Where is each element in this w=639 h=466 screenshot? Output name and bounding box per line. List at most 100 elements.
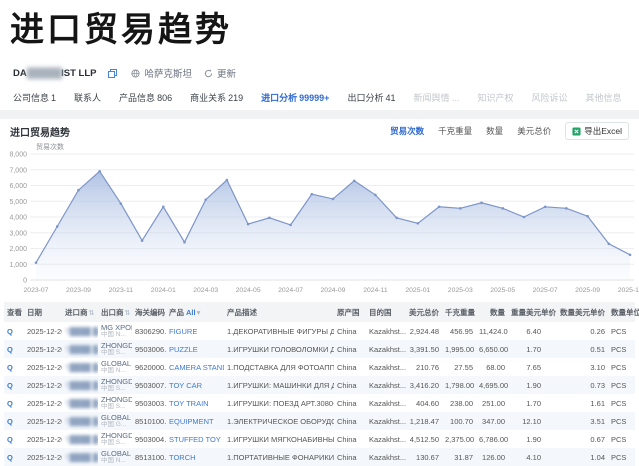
- export-excel-button[interactable]: 导出Excel: [565, 122, 629, 140]
- view-detail-icon[interactable]: Q: [7, 435, 13, 444]
- metric-toggle-3[interactable]: 数量: [486, 125, 503, 137]
- cell-kg-weight: 238.00: [442, 394, 476, 412]
- cell-importer[interactable]: T████ █A██: [65, 453, 98, 462]
- data-point[interactable]: [332, 198, 335, 201]
- cell-product-link[interactable]: FIGURE: [169, 327, 197, 336]
- y-tick-label: 7,000: [9, 167, 27, 174]
- cell-exporter[interactable]: ZHONGDA...中国 S...: [98, 340, 132, 358]
- cell-importer[interactable]: T████ █A██: [65, 345, 98, 354]
- cell-unit: PCS: [608, 412, 635, 430]
- data-point[interactable]: [501, 207, 504, 210]
- cell-importer[interactable]: T████ █A██: [65, 399, 98, 408]
- cell-date: 2025-12-20: [24, 412, 62, 430]
- cell-importer[interactable]: T████ █A██: [65, 417, 98, 426]
- col-header-12: 数量: [476, 302, 508, 322]
- data-point[interactable]: [141, 239, 144, 242]
- data-point[interactable]: [586, 215, 589, 218]
- cell-exporter[interactable]: MG XPORT...中国 N...: [98, 322, 132, 340]
- view-detail-icon[interactable]: Q: [7, 327, 13, 336]
- metric-toggle-4[interactable]: 美元总价: [517, 125, 551, 137]
- product-filter-value[interactable]: All: [186, 308, 196, 317]
- metric-toggle-row: 贸易次数 千克重量 数量 美元总价 导出Excel: [390, 122, 629, 140]
- cell-product-link[interactable]: TOY TRAIN: [169, 399, 209, 408]
- sort-icon[interactable]: ⇅: [125, 310, 131, 317]
- col-header-4[interactable]: 出口商⇅: [98, 302, 132, 322]
- view-detail-icon[interactable]: Q: [7, 381, 13, 390]
- cell-product-link[interactable]: TORCH: [169, 453, 196, 462]
- cell-description: 1.ПОДСТАВКА ДЛЯ ФОТОАППАРАТА: ТРЕНОГА, .…: [224, 358, 334, 376]
- cell-importer[interactable]: T████ █A██: [65, 381, 98, 390]
- copy-icon[interactable]: [108, 68, 118, 78]
- data-point[interactable]: [395, 216, 398, 219]
- metric-toggle-2[interactable]: 千克重量: [438, 125, 472, 137]
- company-name: DA██████IST LLP: [13, 68, 97, 79]
- view-detail-icon[interactable]: Q: [7, 417, 13, 426]
- cell-exporter[interactable]: GLOBAL TR...中国 N...: [98, 448, 132, 466]
- cell-product-link[interactable]: STUFFED TOY: [169, 435, 221, 444]
- data-point[interactable]: [523, 216, 526, 219]
- trend-chart[interactable]: 01,0002,0003,0004,0005,0006,0007,0008,00…: [0, 142, 639, 300]
- cell-description: 1.ПОРТАТИВНЫЕ ФОНАРИКИ, АККУМУЛЯТОРНЫ...: [224, 448, 334, 466]
- col-header-7: 产品描述: [224, 302, 334, 322]
- col-header-6[interactable]: 产品All▾: [166, 302, 224, 322]
- data-point[interactable]: [120, 202, 123, 205]
- cell-product-link[interactable]: PUZZLE: [169, 345, 198, 354]
- tab-label: 产品信息: [119, 93, 155, 103]
- view-detail-icon[interactable]: Q: [7, 453, 13, 462]
- view-detail-icon[interactable]: Q: [7, 345, 13, 354]
- cell-usd-total: 3,416.20: [406, 376, 442, 394]
- refresh-action[interactable]: 更新: [197, 66, 236, 80]
- data-point[interactable]: [353, 179, 356, 182]
- cell-exporter[interactable]: ZHONGDA...中国 S...: [98, 430, 132, 448]
- data-point[interactable]: [56, 225, 59, 228]
- data-point[interactable]: [162, 205, 165, 208]
- col-header-label: 美元总价: [409, 308, 439, 317]
- data-point[interactable]: [204, 198, 207, 201]
- data-point[interactable]: [289, 224, 292, 227]
- data-point[interactable]: [247, 223, 250, 226]
- table-row: Q2025-12-20T████ █A██GLOBAL TR...中国 N...…: [4, 448, 635, 466]
- data-point[interactable]: [629, 254, 632, 257]
- data-point[interactable]: [226, 179, 229, 182]
- cell-kg-weight: 100.70: [442, 412, 476, 430]
- cell-quantity: 11,424.00: [476, 322, 508, 340]
- data-point[interactable]: [35, 261, 38, 264]
- data-point[interactable]: [480, 202, 483, 205]
- data-point[interactable]: [98, 170, 101, 173]
- cell-exporter[interactable]: ZHONGDA...中国 S...: [98, 394, 132, 412]
- cell-importer[interactable]: T████ █A██: [65, 435, 98, 444]
- data-point[interactable]: [607, 242, 610, 245]
- cell-importer[interactable]: T████ █A██: [65, 327, 98, 336]
- cell-exporter[interactable]: GLOBAL TR...中国 G...: [98, 412, 132, 430]
- cell-exporter[interactable]: ZHONGDA...中国 S...: [98, 376, 132, 394]
- sort-icon[interactable]: ⇅: [89, 310, 95, 317]
- col-header-label: 重量美元单价: [511, 308, 556, 317]
- data-point[interactable]: [310, 193, 313, 196]
- cell-quantity: 6,650.00: [476, 340, 508, 358]
- data-point[interactable]: [544, 205, 547, 208]
- col-header-3[interactable]: 进口商⇅: [62, 302, 98, 322]
- company-name-redacted: ██████: [27, 68, 61, 79]
- filter-caret-icon[interactable]: ▾: [197, 308, 201, 317]
- col-header-label: 目的国: [369, 308, 392, 317]
- data-point[interactable]: [374, 194, 377, 197]
- cell-importer[interactable]: T████ █A██: [65, 363, 98, 372]
- view-detail-icon[interactable]: Q: [7, 363, 13, 372]
- data-point[interactable]: [438, 205, 441, 208]
- cell-usd-total: 130.67: [406, 448, 442, 466]
- data-point[interactable]: [183, 241, 186, 244]
- cell-product-link[interactable]: TOY CAR: [169, 381, 202, 390]
- cell-quantity: 126.00: [476, 448, 508, 466]
- data-point[interactable]: [268, 216, 271, 219]
- data-point[interactable]: [417, 222, 420, 225]
- cell-exporter[interactable]: GLOBAL TR...中国 N...: [98, 358, 132, 376]
- view-detail-icon[interactable]: Q: [7, 399, 13, 408]
- data-point[interactable]: [459, 207, 462, 210]
- cell-product-link[interactable]: CAMERA STAND: [169, 363, 224, 372]
- cell-product-link[interactable]: EQUIPMENT: [169, 417, 214, 426]
- data-point[interactable]: [77, 189, 80, 192]
- metric-toggle-1[interactable]: 贸易次数: [390, 125, 424, 137]
- data-point[interactable]: [565, 207, 568, 210]
- x-tick-label: 2025-11: [618, 287, 639, 294]
- x-tick-label: 2025-01: [405, 287, 430, 294]
